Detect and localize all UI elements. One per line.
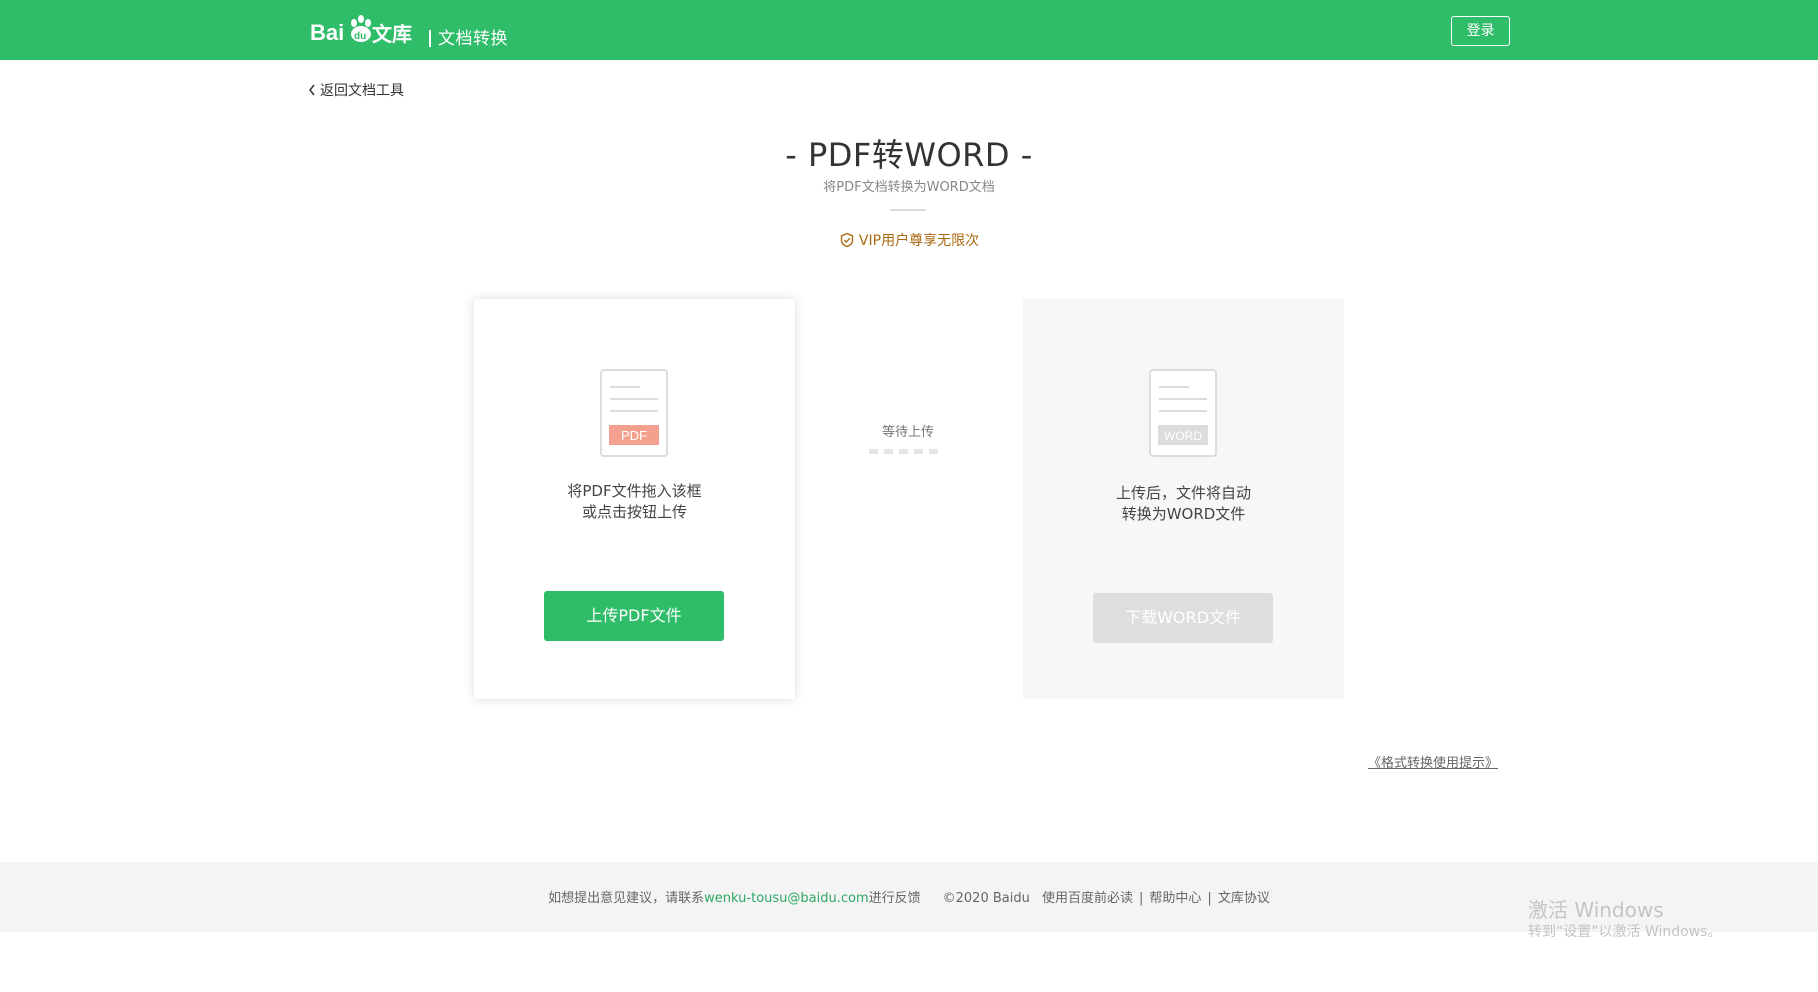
download-panel: WORD 上传后，文件将自动 转换为WORD文件 下载WORD文件 xyxy=(1023,299,1344,699)
upload-pdf-button[interactable]: 上传PDF文件 xyxy=(544,591,724,641)
progress-dot xyxy=(929,449,938,454)
windows-activation-hint: 转到“设置”以激活 Windows。 xyxy=(1528,924,1722,940)
page-subtitle: 将PDF文档转换为WORD文档 xyxy=(823,180,995,195)
pdf-icon-label: PDF xyxy=(621,428,647,443)
progress-dot xyxy=(914,449,923,454)
footer-separator: | xyxy=(1207,891,1212,906)
footer-link-help[interactable]: 帮助中心 xyxy=(1149,891,1201,906)
back-link-label: 返回文档工具 xyxy=(320,83,404,99)
footer-feedback-prefix: 如想提出意见建议，请联系 xyxy=(548,891,705,906)
upload-instruction-line2: 或点击按钮上传 xyxy=(581,503,687,521)
download-instruction-line2: 转换为WORD文件 xyxy=(1121,505,1246,523)
back-to-tools-link[interactable]: 返回文档工具 xyxy=(308,80,404,100)
feedback-email-link[interactable]: wenku-tousu@baidu.com xyxy=(704,891,868,906)
progress-dot xyxy=(899,449,908,454)
conversion-tips-link[interactable]: 《格式转换使用提示》 xyxy=(1368,752,1498,771)
baidu-wenku-logo-icon: Bai du 文库 xyxy=(310,15,412,46)
download-instructions: 上传后，文件将自动 转换为WORD文件 xyxy=(1023,483,1344,525)
upload-instruction-line1: 将PDF文件拖入该框 xyxy=(567,482,702,500)
title-divider xyxy=(890,209,926,211)
footer-separator: | xyxy=(1139,891,1144,906)
progress-dots xyxy=(869,449,938,454)
login-button[interactable]: 登录 xyxy=(1451,16,1510,46)
word-file-icon: WORD xyxy=(1149,369,1217,461)
section-title: 文档转换 xyxy=(438,29,508,49)
conversion-status: 等待上传 xyxy=(881,425,934,440)
footer-feedback-suffix: 进行反馈 xyxy=(868,891,921,906)
pdf-file-icon: PDF xyxy=(600,369,668,461)
progress-dot xyxy=(884,449,893,454)
svg-text:Bai: Bai xyxy=(310,20,344,45)
vip-notice[interactable]: VIP用户尊享无限次 xyxy=(0,230,1818,250)
svg-text:du: du xyxy=(354,31,366,42)
windows-activation-title: 激活 Windows xyxy=(1528,898,1664,922)
download-word-button[interactable]: 下载WORD文件 xyxy=(1093,593,1273,643)
logo-divider xyxy=(429,30,431,47)
footer-copyright: ©2020 Baidu xyxy=(942,891,1030,906)
upload-dropzone[interactable]: PDF 将PDF文件拖入该框 或点击按钮上传 上传PDF文件 xyxy=(474,299,795,699)
word-icon-label: WORD xyxy=(1164,429,1202,443)
svg-text:文库: 文库 xyxy=(372,22,412,46)
download-instruction-line1: 上传后，文件将自动 xyxy=(1115,484,1251,502)
footer-link-terms[interactable]: 使用百度前必读 xyxy=(1042,891,1133,906)
top-header: Bai du 文库 文档转换 登录 xyxy=(0,0,1818,60)
chevron-left-icon xyxy=(309,84,315,96)
baidu-wenku-logo[interactable]: Bai du 文库 xyxy=(310,10,420,50)
footer-link-agreement[interactable]: 文库协议 xyxy=(1218,891,1270,906)
upload-instructions: 将PDF文件拖入该框 或点击按钮上传 xyxy=(474,481,795,523)
progress-dot xyxy=(869,449,878,454)
page-title: - PDF转WORD - xyxy=(785,136,1033,174)
vip-notice-text: VIP用户尊享无限次 xyxy=(858,233,980,249)
vip-badge-icon xyxy=(840,232,854,248)
